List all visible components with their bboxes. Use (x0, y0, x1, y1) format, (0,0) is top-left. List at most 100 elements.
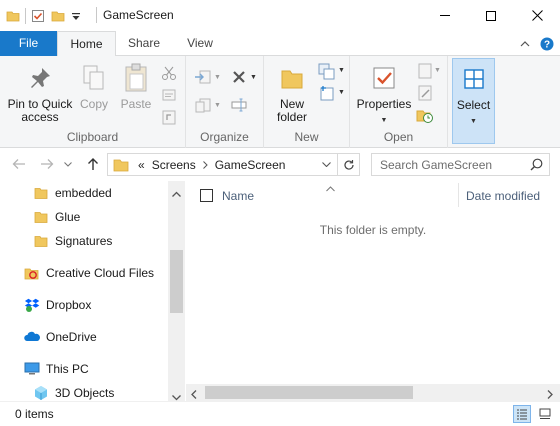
easy-access-dropdown-icon[interactable]: ▼ (338, 89, 345, 96)
arrow-right-icon (41, 159, 54, 169)
copy-path-icon[interactable] (160, 86, 178, 104)
creative-cloud-icon (24, 265, 40, 281)
nav-item-label: Creative Cloud Files (46, 266, 155, 280)
open-dropdown-icon[interactable]: ▼ (434, 67, 441, 74)
quick-access-toolbar (6, 6, 81, 26)
new-item-dropdown-icon[interactable]: ▼ (338, 67, 345, 74)
history-icon[interactable] (416, 106, 434, 124)
new-folder-quick-icon[interactable] (51, 9, 65, 23)
breadcrumb-overflow[interactable]: « (138, 158, 145, 172)
address-dropdown-button[interactable] (316, 154, 336, 175)
nav-item-glue[interactable]: Glue (0, 205, 168, 229)
arrow-up-icon (88, 158, 98, 170)
properties-label: Properties (356, 97, 412, 111)
breadcrumb-screens[interactable]: Screens (152, 158, 196, 172)
address-bar[interactable]: « Screens GameScreen (107, 153, 360, 176)
scroll-up-icon[interactable] (172, 186, 181, 200)
nav-item-creative-cloud[interactable]: Creative Cloud Files (0, 261, 168, 285)
folder-icon (113, 157, 129, 173)
clipboard-group: Pin to Quick access Copy Paste Clipboard (0, 56, 186, 148)
column-name[interactable]: Name (222, 189, 254, 203)
paste-icon (120, 62, 152, 94)
search-placeholder: Search GameScreen (380, 157, 493, 172)
paste-label: Paste (120, 97, 152, 111)
new-group: New folder ▼ ▼ New (264, 56, 350, 148)
close-button[interactable] (514, 0, 560, 31)
easy-access-icon[interactable] (318, 84, 336, 102)
collapse-ribbon-button[interactable] (514, 33, 536, 55)
nav-item-onedrive[interactable]: OneDrive (0, 325, 168, 349)
new-item-icon[interactable] (318, 62, 336, 80)
new-folder-button[interactable]: New folder (270, 62, 314, 124)
rename-icon[interactable] (230, 96, 248, 114)
properties-quick-icon[interactable] (31, 9, 45, 23)
new-folder-label: New folder (276, 97, 308, 124)
new-folder-icon (276, 62, 308, 94)
address-row: « Screens GameScreen Search GameScreen (0, 148, 560, 181)
ribbon-tabs: File Home Share View ? (0, 31, 560, 57)
move-to-icon[interactable] (194, 68, 212, 86)
navigation-scroll-thumb[interactable] (170, 250, 183, 313)
properties-dropdown-icon[interactable]: ▼ (381, 114, 388, 127)
up-button[interactable] (84, 155, 102, 173)
customize-qat-icon[interactable] (71, 9, 81, 23)
qat-separator (25, 8, 26, 24)
cut-icon[interactable] (160, 64, 178, 82)
refresh-button[interactable] (337, 154, 359, 175)
maximize-button[interactable] (468, 0, 514, 31)
copy-to-dropdown-icon[interactable]: ▼ (214, 102, 221, 109)
open-icon[interactable] (416, 62, 434, 80)
close-icon (531, 10, 543, 21)
back-button[interactable] (10, 155, 28, 173)
tab-home[interactable]: Home (57, 31, 116, 57)
breadcrumb-gamescreen[interactable]: GameScreen (215, 158, 286, 172)
paste-shortcut-icon[interactable] (160, 108, 178, 126)
nav-item-embedded[interactable]: embedded (0, 181, 168, 205)
delete-dropdown-icon[interactable]: ▼ (250, 74, 257, 81)
tab-file[interactable]: File (0, 31, 57, 56)
copy-button[interactable]: Copy (74, 62, 114, 111)
folder-icon (33, 209, 49, 225)
chevron-down-icon (64, 161, 72, 167)
clipboard-group-label: Clipboard (66, 130, 119, 144)
column-header: Name Date modified (186, 181, 560, 209)
scroll-right-icon[interactable] (547, 388, 553, 402)
content-scroll-thumb[interactable] (205, 386, 413, 399)
pin-to-quick-access-button[interactable]: Pin to Quick access (4, 62, 76, 124)
scroll-left-icon[interactable] (191, 388, 197, 402)
large-icons-view-button[interactable] (536, 405, 554, 423)
column-date-modified[interactable]: Date modified (466, 189, 540, 203)
tab-view[interactable]: View (172, 31, 228, 56)
properties-button[interactable]: Properties ▼ (354, 62, 414, 127)
nav-item-dropbox[interactable]: Dropbox (0, 293, 168, 317)
title-bar: GameScreen (0, 0, 560, 31)
edit-icon[interactable] (416, 84, 434, 102)
folder-icon (6, 9, 20, 23)
tab-share[interactable]: Share (118, 31, 170, 56)
delete-icon[interactable] (230, 68, 248, 86)
select-all-checkbox[interactable] (200, 189, 213, 202)
details-view-button[interactable] (513, 405, 531, 423)
copy-label: Copy (79, 97, 108, 111)
minimize-button[interactable] (422, 0, 468, 31)
search-input[interactable]: Search GameScreen (371, 153, 550, 176)
paste-button[interactable]: Paste (116, 62, 156, 111)
onedrive-icon (24, 329, 40, 345)
forward-button[interactable] (38, 155, 56, 173)
arrow-left-icon (12, 159, 25, 169)
help-button[interactable]: ? (536, 33, 558, 55)
navigation-pane: embedded Glue Signatures Creative Cloud … (0, 181, 186, 401)
item-count: 0 items (15, 407, 54, 421)
column-divider[interactable] (458, 183, 459, 207)
copy-to-icon[interactable] (194, 96, 212, 114)
move-to-dropdown-icon[interactable]: ▼ (214, 74, 221, 81)
pin-icon (24, 62, 56, 94)
dropbox-icon (24, 297, 40, 313)
ribbon-right-controls: ? (514, 31, 560, 56)
nav-item-label: embedded (55, 186, 112, 200)
select-button[interactable]: Select ▼ (453, 63, 494, 128)
nav-item-this-pc[interactable]: This PC (0, 357, 168, 381)
select-dropdown-icon[interactable]: ▼ (470, 115, 477, 128)
nav-item-signatures[interactable]: Signatures (0, 229, 168, 253)
recent-locations-button[interactable] (62, 155, 74, 173)
